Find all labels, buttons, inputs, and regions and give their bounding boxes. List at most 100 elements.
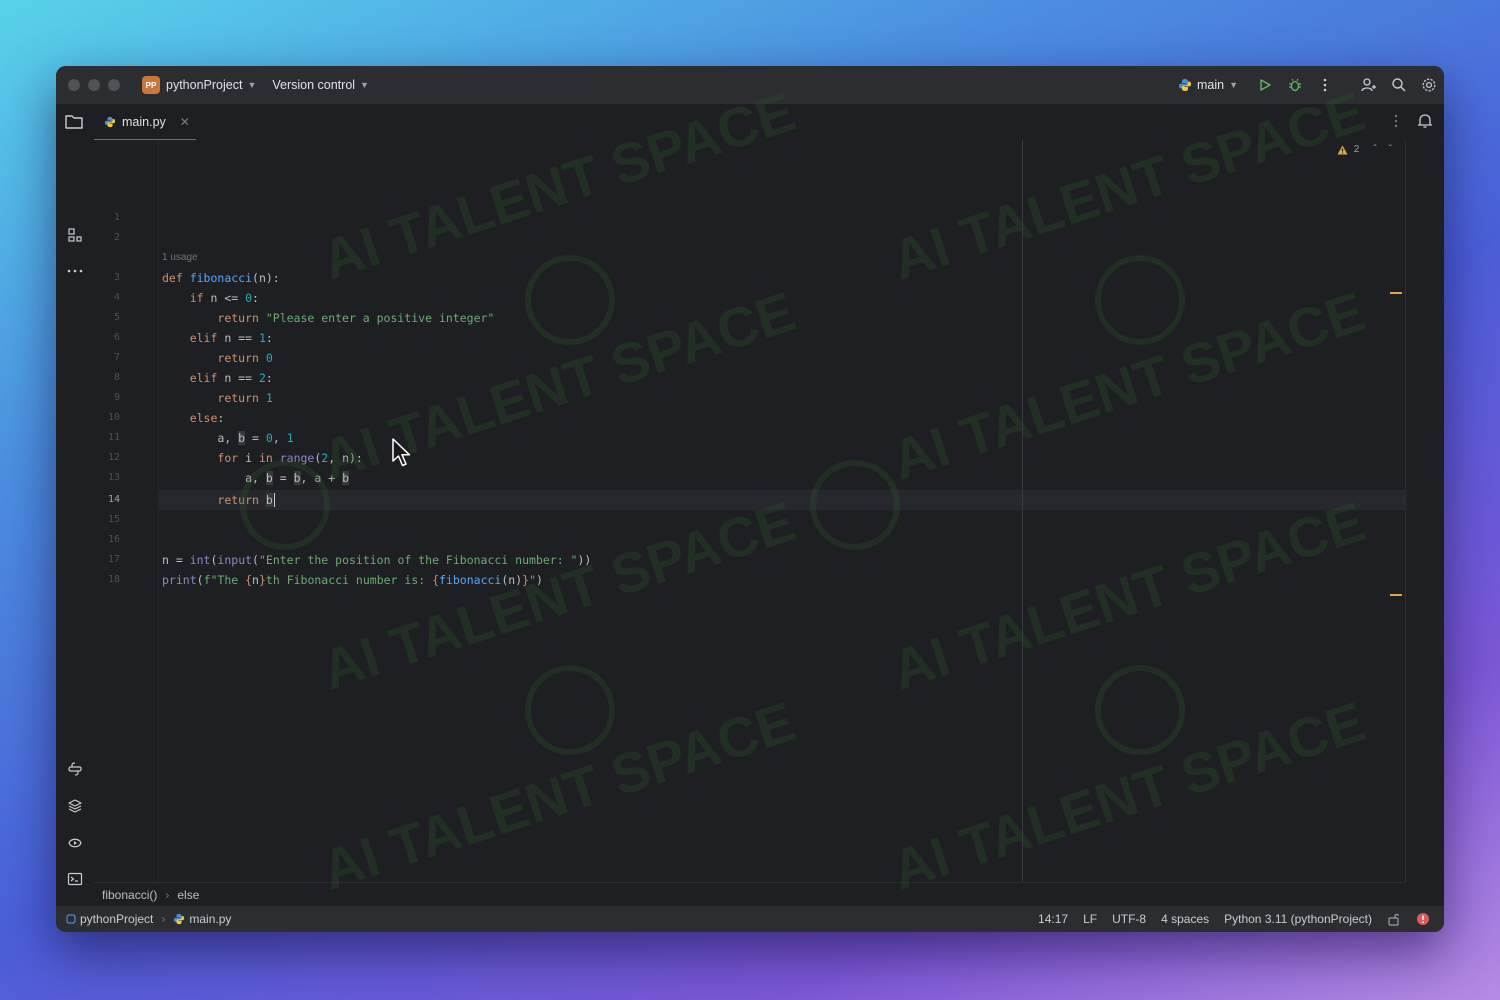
branch-label: main	[1196, 78, 1225, 92]
bug-icon	[1289, 78, 1301, 92]
warning-stripe[interactable]	[1390, 594, 1402, 596]
indent-setting[interactable]: 4 spaces	[1161, 912, 1209, 926]
python-file-icon	[104, 116, 116, 128]
tab-main-py[interactable]: main.py ✕	[94, 104, 196, 140]
status-project[interactable]: pythonProject	[80, 912, 153, 926]
line-number: 4	[113, 292, 120, 303]
line-number-gutter: 1 2 3 4 5 6 7 8 9 10 11 12 13 14 15 16 1…	[94, 140, 159, 882]
line-number: 2	[113, 232, 120, 243]
line-number: 12	[107, 452, 120, 463]
search-icon	[1392, 78, 1406, 92]
interpreter-selector[interactable]: Python 3.11 (pythonProject)	[1224, 912, 1372, 926]
code-area[interactable]: 1 usage def fibonacci(n): if n <= 0: ret…	[162, 140, 1406, 882]
line-number: 16	[107, 534, 120, 545]
close-tab-icon[interactable]: ✕	[180, 115, 190, 129]
breadcrumb-item[interactable]: fibonacci()	[102, 888, 157, 902]
code-line: return "Please enter a positive integer"	[217, 311, 495, 325]
more-actions-button[interactable]	[1310, 70, 1340, 100]
ide-window: PP pythonProject ▼ Version control ▼ mai…	[56, 66, 1444, 932]
settings-button[interactable]	[1414, 70, 1444, 100]
code-line: print(f"The {n}th Fibonacci number is: {…	[162, 573, 543, 587]
toolbar-right: main ▼	[1178, 66, 1444, 104]
status-file[interactable]: main.py	[189, 912, 231, 926]
line-number: 10	[107, 412, 120, 423]
zoom-window-button[interactable]	[108, 79, 120, 91]
text-caret	[273, 493, 275, 507]
line-number: 1	[113, 212, 120, 223]
notifications-button[interactable]	[1416, 112, 1434, 135]
line-number: 7	[113, 352, 120, 363]
breadcrumb: fibonacci() › else	[94, 882, 1406, 906]
navigation-bar: pythonProject › main.py	[66, 912, 231, 926]
python-file-icon	[174, 913, 185, 925]
terminal-button[interactable]	[63, 867, 87, 891]
chevron-down-icon: ▼	[360, 80, 369, 90]
line-number-current: 14	[107, 494, 120, 505]
line-separator[interactable]: LF	[1083, 912, 1097, 926]
code-line: return 1	[217, 391, 273, 405]
code-line: return b	[217, 493, 275, 507]
code-editor[interactable]: 1 2 3 4 5 6 7 8 9 10 11 12 13 14 15 16 1…	[94, 140, 1406, 882]
error-indicator-icon[interactable]	[1416, 912, 1430, 926]
python-console-icon	[68, 762, 82, 776]
inspection-widget[interactable]: 2 ˆ ˇ	[1337, 144, 1392, 155]
warning-count: 2	[1353, 144, 1360, 155]
line-number: 8	[113, 372, 120, 383]
status-widgets: 14:17 LF UTF-8 4 spaces Python 3.11 (pyt…	[1038, 912, 1430, 926]
close-window-button[interactable]	[68, 79, 80, 91]
breadcrumb-item[interactable]: else	[177, 888, 199, 902]
warning-icon	[1337, 145, 1348, 154]
mouse-cursor-icon	[392, 438, 411, 467]
unlock-icon[interactable]	[1387, 912, 1401, 926]
window-controls	[68, 79, 120, 91]
line-number: 15	[107, 514, 120, 525]
usage-hint[interactable]: 1 usage	[162, 250, 198, 266]
add-user-icon	[1361, 78, 1376, 92]
structure-icon	[68, 228, 82, 242]
python-console-button[interactable]	[63, 757, 87, 781]
line-number: 5	[113, 312, 120, 323]
more-vertical-icon	[1394, 114, 1398, 128]
code-line: if n <= 0:	[189, 291, 259, 305]
tab-options-button[interactable]	[1394, 114, 1398, 133]
left-tool-strip	[56, 140, 95, 923]
module-icon	[66, 914, 76, 924]
version-control-dropdown[interactable]: Version control	[272, 78, 355, 92]
chevron-right-icon: ›	[161, 912, 166, 926]
services-button[interactable]	[63, 831, 87, 855]
right-margin-guide	[1022, 140, 1023, 882]
code-line: for i in range(2, n):	[217, 451, 363, 465]
project-name-dropdown[interactable]: pythonProject	[166, 78, 242, 92]
file-encoding[interactable]: UTF-8	[1112, 912, 1146, 926]
caret-position[interactable]: 14:17	[1038, 912, 1068, 926]
python-icon	[1178, 79, 1191, 91]
previous-highlight-icon[interactable]: ˆ	[1373, 144, 1376, 155]
code-line: elif n == 2:	[189, 371, 273, 385]
layers-icon	[68, 799, 82, 813]
code-with-me-button[interactable]	[1354, 70, 1384, 100]
line-number: 6	[113, 332, 120, 343]
more-vertical-icon	[1323, 78, 1327, 92]
editor-tab-bar: main.py ✕	[56, 104, 1444, 141]
code-line: return 0	[217, 351, 273, 365]
more-tools-button[interactable]	[63, 259, 87, 283]
next-highlight-icon[interactable]: ˇ	[1389, 144, 1392, 155]
project-view-button[interactable]	[64, 113, 84, 136]
python-packages-button[interactable]	[63, 794, 87, 818]
status-bar: pythonProject › main.py 14:17 LF UTF-8 4…	[56, 906, 1444, 932]
project-badge-icon: PP	[142, 76, 160, 94]
code-line: def fibonacci(n):	[162, 271, 280, 285]
run-button[interactable]	[1250, 70, 1280, 100]
run-config-selector[interactable]: main ▼	[1178, 78, 1238, 92]
structure-tool-button[interactable]	[63, 223, 87, 247]
debug-button[interactable]	[1280, 70, 1310, 100]
warning-stripe[interactable]	[1390, 292, 1402, 294]
tab-label: main.py	[122, 115, 166, 129]
chevron-down-icon: ▼	[1229, 80, 1238, 90]
minimize-window-button[interactable]	[88, 79, 100, 91]
code-line: n = int(input("Enter the position of the…	[162, 553, 592, 567]
chevron-down-icon: ▼	[247, 80, 257, 90]
search-everywhere-button[interactable]	[1384, 70, 1414, 100]
code-line: a, b = 0, 1	[162, 431, 294, 445]
folder-icon	[65, 115, 83, 129]
